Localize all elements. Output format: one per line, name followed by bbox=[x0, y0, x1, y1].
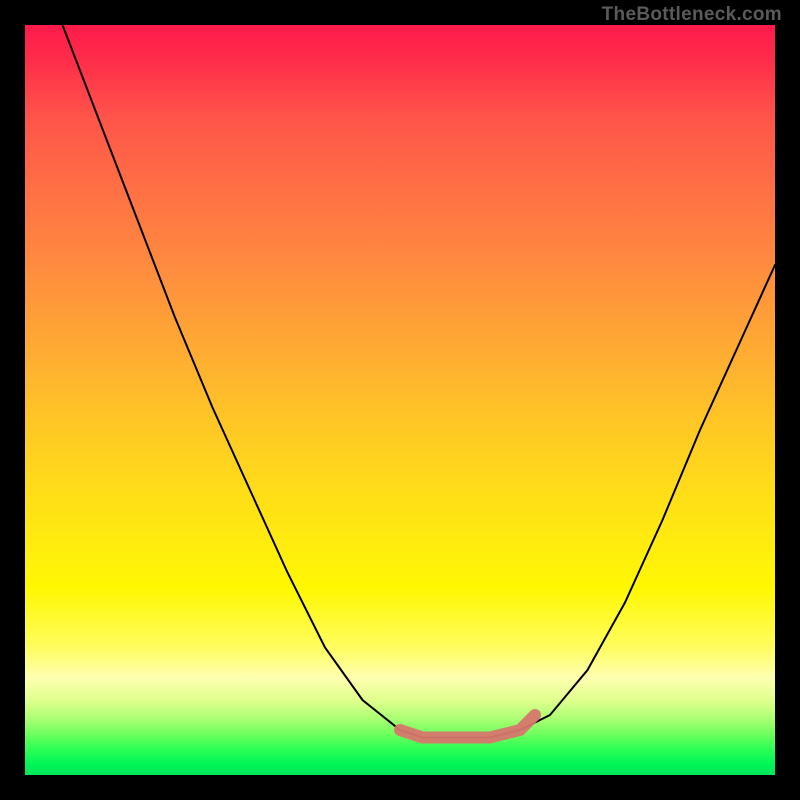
page-root: { "watermark": "TheBottleneck.com", "cha… bbox=[0, 0, 800, 800]
v-curve-svg bbox=[25, 25, 775, 775]
optimal-zone-path bbox=[400, 715, 535, 738]
watermark-text: TheBottleneck.com bbox=[602, 4, 782, 26]
v-curve-path bbox=[63, 25, 776, 738]
chart-plot-area bbox=[25, 25, 775, 775]
